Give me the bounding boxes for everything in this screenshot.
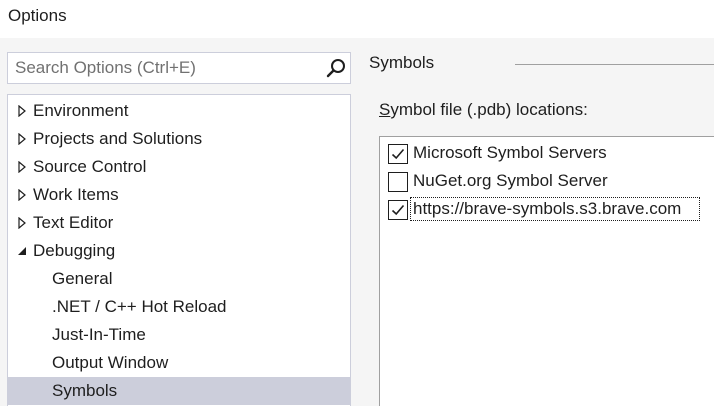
symbol-location-label: https://brave-symbols.s3.brave.com: [413, 199, 682, 218]
options-tree[interactable]: Environment Projects and Solutions Sourc…: [7, 94, 351, 406]
checkbox[interactable]: [388, 200, 408, 220]
symbol-locations-label: Symbol file (.pdb) locations:: [379, 100, 588, 120]
expand-arrow-icon[interactable]: [16, 133, 28, 145]
search-box[interactable]: [7, 52, 351, 84]
tree-item-environment[interactable]: Environment: [8, 97, 350, 125]
access-key: S: [379, 100, 391, 119]
symbol-location-item[interactable]: Microsoft Symbol Servers: [380, 139, 714, 167]
tree-item-label: Source Control: [33, 157, 147, 176]
tree-item-label: Work Items: [33, 185, 119, 204]
tree-item-label: General: [52, 269, 113, 288]
tree-item-label: Symbols: [52, 381, 118, 400]
expand-arrow-icon[interactable]: [16, 161, 28, 173]
tree-item-output-window[interactable]: Output Window: [8, 349, 350, 377]
expand-arrow-icon[interactable]: [16, 217, 28, 229]
tree-item-label: Debugging: [33, 241, 116, 260]
tree-item-projects-and-solutions[interactable]: Projects and Solutions: [8, 125, 350, 153]
tree-item-label: .NET / C++ Hot Reload: [52, 297, 227, 316]
symbol-location-item[interactable]: https://brave-symbols.s3.brave.com: [380, 195, 714, 223]
symbol-location-item[interactable]: NuGet.org Symbol Server: [380, 167, 714, 195]
tree-item-hot-reload[interactable]: .NET / C++ Hot Reload: [8, 293, 350, 321]
symbol-locations-label-text: ymbol file (.pdb) locations:: [390, 100, 588, 119]
checkmark-icon: [391, 148, 405, 160]
tree-item-source-control[interactable]: Source Control: [8, 153, 350, 181]
checkmark-icon: [391, 204, 405, 216]
tree-item-text-editor[interactable]: Text Editor: [8, 209, 350, 237]
symbol-location-label: Microsoft Symbol Servers: [413, 143, 607, 162]
page-title: Symbols: [369, 53, 435, 72]
checkbox[interactable]: [388, 144, 408, 164]
tree-item-label: Environment: [33, 101, 129, 120]
tree-item-label: Just-In-Time: [52, 325, 146, 344]
expand-arrow-icon[interactable]: [16, 189, 28, 201]
tree-item-general[interactable]: General: [8, 265, 350, 293]
expand-arrow-icon[interactable]: [16, 105, 28, 117]
tree-item-debugging[interactable]: Debugging: [8, 237, 350, 265]
options-page: Symbols Symbol file (.pdb) locations: Mi…: [352, 38, 714, 406]
title-bar: Options: [0, 0, 714, 38]
checkbox[interactable]: [388, 172, 408, 192]
tree-item-symbols[interactable]: Symbols: [8, 377, 350, 405]
tree-item-label: Projects and Solutions: [33, 129, 203, 148]
collapse-arrow-icon[interactable]: [16, 245, 28, 257]
tree-item-label: Output Window: [52, 353, 169, 372]
search-icon[interactable]: [326, 58, 346, 78]
symbol-locations-list[interactable]: Microsoft Symbol Servers NuGet.org Symbo…: [379, 136, 714, 406]
window-title: Options: [8, 6, 67, 25]
tree-item-just-in-time[interactable]: Just-In-Time: [8, 321, 350, 349]
symbol-location-label: NuGet.org Symbol Server: [413, 171, 608, 190]
heading-divider: [515, 64, 714, 65]
tree-item-work-items[interactable]: Work Items: [8, 181, 350, 209]
tree-item-label: Text Editor: [33, 213, 114, 232]
search-input[interactable]: [8, 53, 318, 83]
